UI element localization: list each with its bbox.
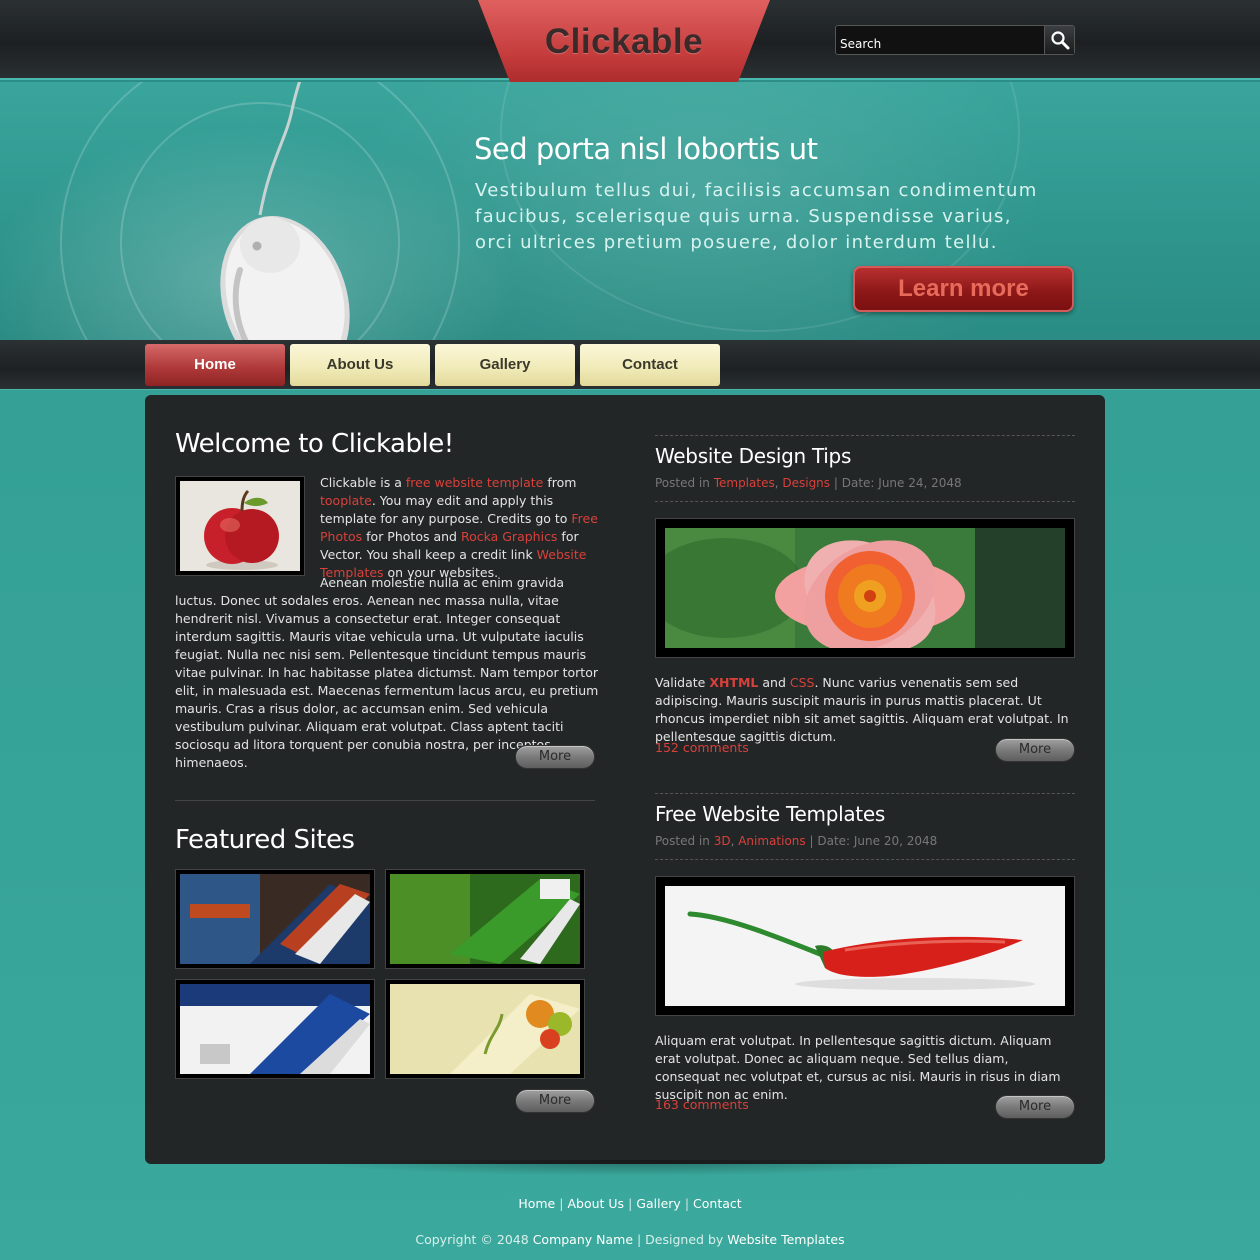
featured-more-button[interactable]: More <box>515 1089 595 1113</box>
text-segment: and <box>758 675 790 690</box>
search-input[interactable] <box>838 28 1043 52</box>
post-divider <box>655 793 1075 794</box>
welcome-intro: Clickable is a free website template fro… <box>320 474 600 582</box>
search-button[interactable] <box>1044 26 1074 54</box>
mouse-illustration <box>220 82 350 340</box>
welcome-body: Aenean molestie nulla ac enim gravida lu… <box>175 575 599 770</box>
designer-link[interactable]: Website Templates <box>727 1232 844 1247</box>
featured-site-image <box>180 984 370 1074</box>
featured-site-image <box>390 874 580 964</box>
hero-banner: Sed porta nisl lobortis ut Vestibulum te… <box>0 82 1260 340</box>
post-divider <box>655 435 1075 436</box>
section-divider <box>175 800 595 801</box>
featured-sites-title: Featured Sites <box>175 825 355 855</box>
company-name-link[interactable]: Company Name <box>533 1232 633 1247</box>
apple-image-frame <box>175 476 305 576</box>
category-link[interactable]: Animations <box>738 834 805 848</box>
designed-by-text: | Designed by <box>637 1232 724 1247</box>
post-excerpt: Validate XHTML and CSS. Nunc varius vene… <box>655 674 1075 746</box>
hero-title: Sed porta nisl lobortis ut <box>474 132 818 166</box>
post-meta: Posted in 3D, Animations | Date: June 20… <box>655 834 938 848</box>
post-date: Date: June 24, 2048 <box>841 476 962 490</box>
comments-link[interactable]: 163 comments <box>655 1097 749 1112</box>
text-segment: Clickable is a <box>320 475 406 490</box>
category-link[interactable]: Designs <box>782 476 830 490</box>
post-image-frame <box>655 876 1075 1016</box>
post-more-button[interactable]: More <box>995 1095 1075 1119</box>
footer-link-contact[interactable]: Contact <box>693 1196 742 1211</box>
flower-image <box>665 528 1065 648</box>
separator: | <box>684 1196 690 1211</box>
copyright: Copyright © 2048 Company Name | Designed… <box>0 1232 1260 1247</box>
featured-site-image <box>180 874 370 964</box>
post-title[interactable]: Website Design Tips <box>655 444 851 468</box>
nav-home[interactable]: Home <box>145 344 285 386</box>
footer-link-about-us[interactable]: About Us <box>567 1196 624 1211</box>
chili-pepper-image <box>665 886 1065 1006</box>
post-more-button[interactable]: More <box>995 738 1075 762</box>
category-link[interactable]: Templates <box>714 476 775 490</box>
footer-navigation: Home | About Us | Gallery | Contact <box>0 1196 1260 1211</box>
meta-label: Posted in <box>655 834 710 848</box>
rocka-graphics-link[interactable]: Rocka Graphics <box>461 529 558 544</box>
comments-link[interactable]: 152 comments <box>655 740 749 755</box>
apple-image <box>180 481 300 571</box>
xhtml-link[interactable]: XHTML <box>709 675 758 690</box>
nav-gallery[interactable]: Gallery <box>435 344 575 386</box>
category-link[interactable]: 3D <box>714 834 731 848</box>
hero-description: Vestibulum tellus dui, facilisis accumsa… <box>475 180 1038 253</box>
free-website-template-link[interactable]: free website template <box>406 475 543 490</box>
post-divider <box>655 501 1075 502</box>
separator: | <box>559 1196 564 1211</box>
featured-site-thumb[interactable] <box>175 979 375 1079</box>
main-navigation: Home About Us Gallery Contact <box>0 340 1260 390</box>
search-icon <box>1050 31 1069 50</box>
content-panel: Welcome to Clickable! Clickable is a fre… <box>145 395 1105 1164</box>
panel-shadow <box>300 1160 960 1176</box>
post-meta: Posted in Templates, Designs | Date: Jun… <box>655 476 962 490</box>
learn-more-button[interactable]: Learn more <box>853 266 1074 312</box>
post-title[interactable]: Free Website Templates <box>655 802 885 826</box>
search-box <box>835 25 1075 55</box>
post-divider <box>655 859 1075 860</box>
copyright-text: Copyright © 2048 <box>415 1232 529 1247</box>
text-segment: from <box>543 475 577 490</box>
post-excerpt: Aliquam erat volutpat. In pellentesque s… <box>655 1033 1061 1102</box>
footer-link-home[interactable]: Home <box>518 1196 555 1211</box>
welcome-more-button[interactable]: More <box>515 745 595 769</box>
featured-site-thumb[interactable] <box>385 979 585 1079</box>
site-logo[interactable]: Clickable <box>478 22 770 62</box>
welcome-title: Welcome to Clickable! <box>175 429 454 459</box>
separator: | <box>628 1196 633 1211</box>
featured-site-image <box>390 984 580 1074</box>
nav-about-us[interactable]: About Us <box>290 344 430 386</box>
post-image-frame <box>655 518 1075 658</box>
post-date: Date: June 20, 2048 <box>817 834 938 848</box>
text-segment: for Photos and <box>362 529 461 544</box>
tooplate-link[interactable]: tooplate <box>320 493 372 508</box>
nav-contact[interactable]: Contact <box>580 344 720 386</box>
css-link[interactable]: CSS <box>790 675 815 690</box>
featured-site-thumb[interactable] <box>175 869 375 969</box>
featured-site-thumb[interactable] <box>385 869 585 969</box>
meta-label: Posted in <box>655 476 710 490</box>
footer-link-gallery[interactable]: Gallery <box>636 1196 681 1211</box>
text-segment: Validate <box>655 675 710 690</box>
